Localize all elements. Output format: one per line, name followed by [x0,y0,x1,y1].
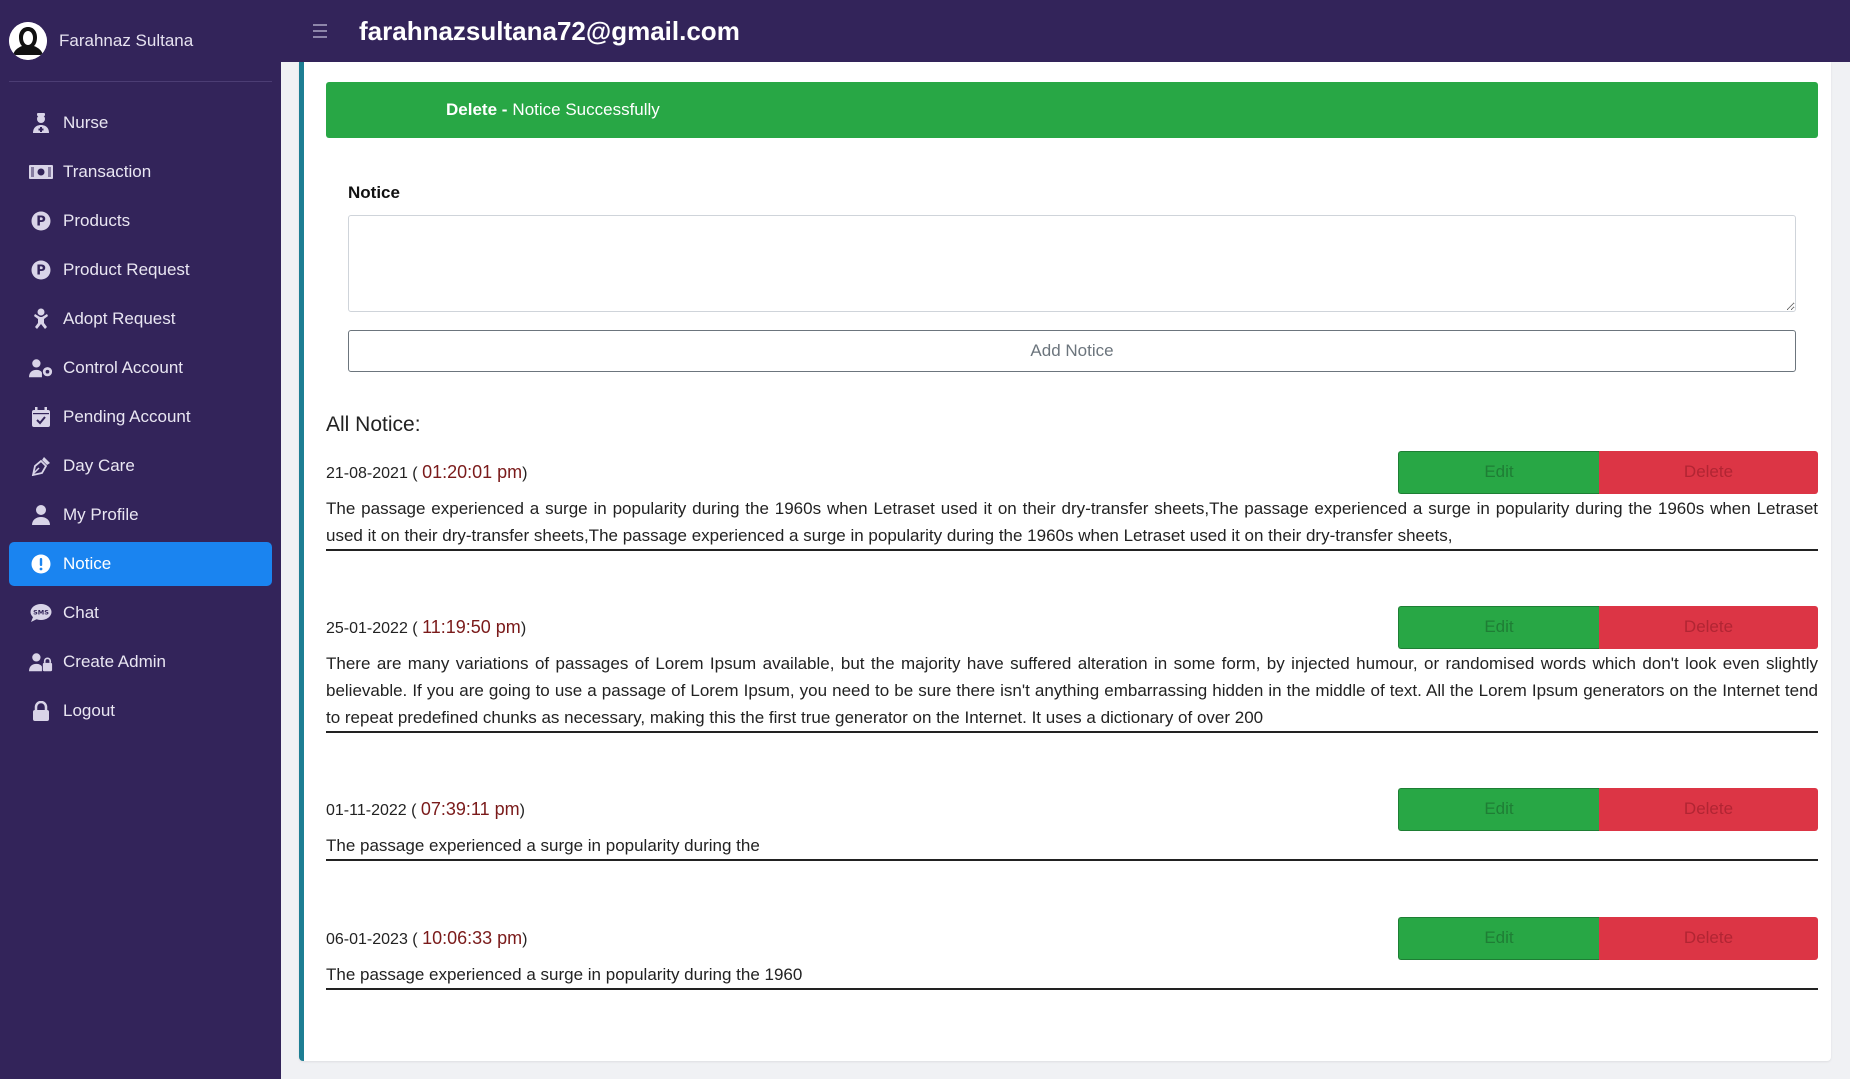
baby-icon [29,307,53,331]
alert-strong: Delete - [446,100,508,119]
user-email: farahnazsultana72@gmail.com [359,15,740,46]
notice-date: 06-01-2023 ( 10:06:33 pm) [326,927,528,948]
success-alert: Delete - Notice Successfully [326,82,1818,138]
svg-text:P: P [36,215,46,230]
sidebar-item-label: Products [63,211,131,230]
user-avatar-icon [9,21,47,60]
notice-item: 21-08-2021 ( 01:20:01 pm) Edit Delete Th… [326,450,1818,551]
avatar [9,21,47,60]
edit-button[interactable]: Edit [1398,450,1599,494]
pen-nib-icon [29,454,53,478]
sidebar-item-create-admin[interactable]: Create Admin [9,640,272,684]
notice-item: 06-01-2023 ( 10:06:33 pm) Edit Delete Th… [326,916,1818,990]
sidebar-item-label: Adopt Request [63,309,176,328]
user-gear-icon [29,356,53,380]
notice-time: 11:19:50 pm [422,616,521,637]
notice-text: There are many variations of passages of… [326,654,1818,727]
notice-item: 01-11-2022 ( 07:39:11 pm) Edit Delete Th… [326,787,1818,861]
notice-text: The passage experienced a surge in popul… [326,836,760,855]
sidebar-item-label: Day Care [63,456,135,475]
sidebar-item-chat[interactable]: SMS Chat [9,591,272,635]
sidebar-item-label: Pending Account [63,407,191,426]
notice-text: The passage experienced a surge in popul… [326,499,1818,545]
exclamation-circle-icon [29,552,53,576]
notice-card: Delete - Notice Successfully Notice Add … [299,62,1831,1061]
delete-button[interactable]: Delete [1599,450,1818,494]
user-icon [29,503,53,527]
notice-time: 01:20:01 pm [422,461,523,482]
notice-date: 01-11-2022 ( 07:39:11 pm) [326,798,525,819]
sidebar-item-nurse[interactable]: Nurse [9,101,272,145]
notice-time: 07:39:11 pm [420,798,520,819]
sidebar-item-label: Product Request [63,260,190,279]
sidebar-item-logout[interactable]: Logout [9,689,272,733]
edit-button[interactable]: Edit [1398,916,1599,960]
profile-name: Farahnaz Sultana [59,30,194,50]
notice-date: 25-01-2022 ( 11:19:50 pm) [326,616,527,637]
lock-icon [29,699,53,723]
sidebar-item-label: Transaction [63,162,152,181]
delete-button[interactable]: Delete [1599,916,1818,960]
notice-date: 21-08-2021 ( 01:20:01 pm) [326,461,528,482]
sidebar-item-adopt-request[interactable]: Adopt Request [9,297,272,341]
sidebar-item-label: Notice [63,554,112,573]
sidebar-item-label: My Profile [63,505,139,524]
sidebar-profile: Farahnaz Sultana [9,0,272,82]
svg-text:SMS: SMS [33,609,49,617]
notice-item: 25-01-2022 ( 11:19:50 pm) Edit Delete Th… [326,605,1818,733]
all-notice-heading: All Notice: [326,413,421,436]
sidebar-item-control-account[interactable]: Control Account [9,346,272,390]
sidebar-item-label: Logout [63,701,115,720]
sidebar: Farahnaz Sultana Nurse Transaction P Pro… [0,0,281,1079]
sidebar-item-products[interactable]: P Products [9,199,272,243]
sidebar-item-label: Chat [63,603,99,622]
sidebar-item-label: Nurse [63,113,109,132]
product-p-icon: P [29,209,53,233]
product-p-icon: P [29,258,53,282]
alert-message: Notice Successfully [512,100,660,119]
sidebar-item-label: Control Account [63,358,184,377]
svg-text:P: P [36,264,46,279]
top-bar: farahnazsultana72@gmail.com [281,0,1850,62]
delete-button[interactable]: Delete [1599,605,1818,649]
notice-date-value: 01-11-2022 [326,801,407,819]
sms-icon: SMS [29,601,53,625]
edit-button[interactable]: Edit [1398,605,1599,649]
notice-label: Notice [348,183,400,202]
edit-button[interactable]: Edit [1398,787,1599,831]
user-lock-icon [29,650,53,674]
sidebar-item-my-profile[interactable]: My Profile [9,493,272,537]
sidebar-item-pending-account[interactable]: Pending Account [9,395,272,439]
add-notice-button[interactable]: Add Notice [348,330,1796,372]
notice-date-value: 25-01-2022 [326,619,408,637]
sidebar-nav: Nurse Transaction P Products P Product R… [0,101,281,733]
nurse-icon [29,111,53,135]
sidebar-item-label: Create Admin [63,652,166,671]
notice-date-value: 06-01-2023 [326,930,408,948]
sidebar-item-transaction[interactable]: Transaction [9,150,272,194]
sidebar-item-product-request[interactable]: P Product Request [9,248,272,292]
menu-toggle-icon[interactable] [303,16,337,46]
sidebar-item-notice[interactable]: Notice [9,542,272,586]
delete-button[interactable]: Delete [1599,787,1818,831]
calendar-check-icon [29,405,53,429]
sidebar-item-day-care[interactable]: Day Care [9,444,272,488]
notice-textarea[interactable] [348,215,1796,312]
notice-time: 10:06:33 pm [422,927,523,948]
notice-date-value: 21-08-2021 [326,464,408,482]
notice-text: The passage experienced a surge in popul… [326,965,803,984]
money-icon [29,160,53,184]
